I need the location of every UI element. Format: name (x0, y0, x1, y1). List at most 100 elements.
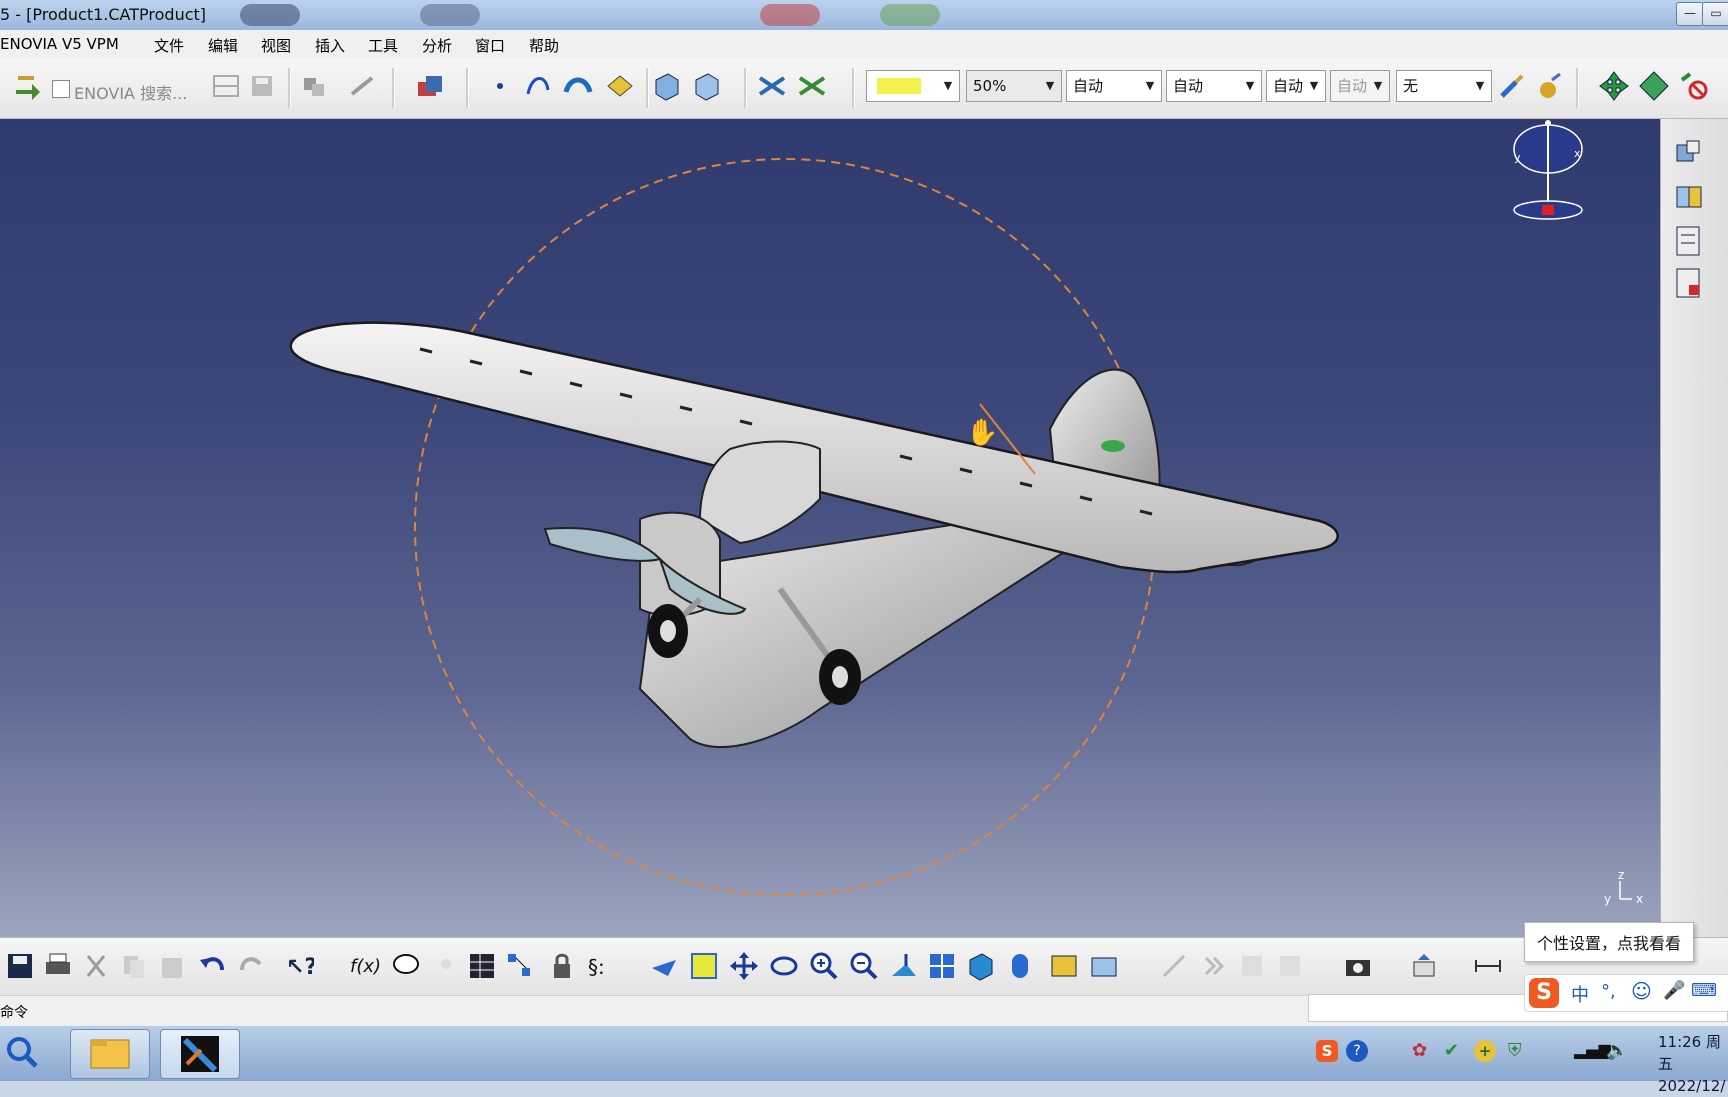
svg-text:f(x): f(x) (350, 956, 380, 977)
rotate-icon[interactable] (768, 950, 800, 982)
help-tray-icon[interactable]: ? (1346, 1040, 1368, 1062)
menu-analyze[interactable]: 分析 (422, 35, 452, 56)
shading-icon[interactable] (1004, 950, 1036, 982)
plus-tray-icon[interactable]: + (1474, 1040, 1496, 1062)
multi-view-icon[interactable] (926, 950, 958, 982)
cut-icon[interactable] (80, 950, 112, 982)
comment-icon[interactable] (390, 950, 422, 982)
keyboard-icon[interactable]: ⌨ (1691, 980, 1717, 1001)
sogou-tray-icon[interactable]: S (1316, 1040, 1338, 1062)
menu-help[interactable]: 帮助 (529, 35, 559, 56)
enovia-grid-icon[interactable] (210, 70, 242, 102)
component-icon[interactable] (298, 70, 330, 102)
green-part (1101, 440, 1125, 452)
print-icon[interactable] (42, 950, 74, 982)
menu-edit[interactable]: 编辑 (208, 35, 238, 56)
zoom-in-icon[interactable] (808, 950, 840, 982)
save-icon[interactable] (4, 950, 36, 982)
apply-material-icon[interactable] (1534, 70, 1566, 102)
ime-toolbar[interactable]: S 中 °, ☺ 🎤 ⌨ (1524, 974, 1728, 1012)
punctuation-icon[interactable]: °, (1601, 981, 1616, 1002)
measure-icon[interactable] (1472, 950, 1504, 982)
copy-icon[interactable] (118, 950, 150, 982)
move-compass-icon[interactable] (1598, 70, 1630, 102)
graph-icon[interactable] (504, 950, 536, 982)
svg-text:x: x (1636, 892, 1643, 906)
paste-icon[interactable] (156, 950, 188, 982)
box-2-icon[interactable] (690, 70, 722, 102)
table-icon[interactable] (466, 950, 498, 982)
iso-view-icon[interactable] (964, 950, 996, 982)
lock-icon[interactable] (546, 950, 578, 982)
ime-mode[interactable]: 中 (1571, 981, 1589, 1007)
hide-show-icon[interactable] (1048, 950, 1080, 982)
shield-tray-icon[interactable]: ⛨ (1508, 1040, 1522, 1061)
taskbar-catia-button[interactable] (160, 1029, 240, 1079)
save-doc-icon[interactable] (246, 70, 278, 102)
menu-view[interactable]: 视图 (261, 35, 291, 56)
menu-tools[interactable]: 工具 (368, 35, 398, 56)
section-2-icon[interactable] (796, 70, 828, 102)
paintbrush-icon[interactable] (1496, 70, 1528, 102)
system-clock[interactable]: 11:26 周五 2022/12/ (1658, 1031, 1728, 1097)
taskbar: S ? ✿ ✔ + ⛨ ▂▄▆ 🔈 (0, 1025, 1728, 1081)
curve-icon[interactable] (522, 70, 554, 102)
microphone-icon[interactable]: 🎤 (1663, 980, 1685, 1001)
fly-mode-icon[interactable] (648, 950, 680, 982)
restore-button[interactable]: ▭ (1702, 2, 1728, 26)
whats-this-icon[interactable]: ↖? (282, 950, 317, 982)
line-type-combo[interactable]: 自动 ▼ (1166, 70, 1262, 102)
check-icon[interactable]: §: (584, 950, 616, 982)
enovia-arrow-icon[interactable] (12, 70, 44, 102)
capture-icon[interactable] (1408, 950, 1440, 982)
menu-enovia[interactable]: ENOVIA V5 VPM (0, 35, 119, 53)
menu-bar: ENOVIA V5 VPM 文件 编辑 视图 插入 工具 分析 窗口 帮助 (0, 30, 1728, 59)
camera-icon[interactable] (1342, 950, 1374, 982)
transparency-value: 50% (973, 77, 1007, 95)
layer-combo[interactable]: 无 ▼ (1396, 70, 1492, 102)
emoji-icon[interactable]: ☺ (1631, 979, 1652, 1003)
assembly-constraint-icon[interactable] (1671, 135, 1707, 171)
color-combo[interactable]: ▼ (866, 70, 960, 102)
tree-2-icon[interactable] (1671, 265, 1707, 301)
swap-space-icon[interactable] (1088, 950, 1120, 982)
enovia-search-checkbox[interactable] (52, 80, 70, 98)
point-icon[interactable] (484, 70, 516, 102)
security-tray-icon[interactable]: ✔ (1444, 1040, 1459, 1061)
compass-icon[interactable]: z y x (1513, 119, 1583, 220)
tree-icon[interactable] (1671, 223, 1707, 259)
menu-file[interactable]: 文件 (154, 35, 184, 56)
light-icon[interactable] (430, 950, 462, 982)
formula-icon[interactable]: f(x) (348, 950, 381, 982)
line-thickness-combo[interactable]: 自动 ▼ (1066, 70, 1162, 102)
point-type-combo[interactable]: 自动 ▼ (1266, 70, 1326, 102)
3d-viewport[interactable]: ✋ z y x y z x (0, 119, 1660, 937)
volume-tray-icon[interactable]: 🔈 (1606, 1040, 1628, 1061)
airplane-model[interactable]: ✋ z y x y z x (0, 119, 1660, 937)
redo-icon[interactable] (236, 950, 268, 982)
arc-icon[interactable] (562, 70, 594, 102)
normal-view-icon[interactable] (888, 950, 920, 982)
app-tray-icon[interactable]: ✿ (1412, 1040, 1427, 1061)
svg-text:z: z (1542, 119, 1548, 121)
pan-icon[interactable] (728, 950, 760, 982)
taskbar-explorer-button[interactable] (70, 1029, 150, 1079)
zoom-out-icon[interactable] (848, 950, 880, 982)
replace-icon[interactable] (346, 70, 378, 102)
menu-insert[interactable]: 插入 (315, 35, 345, 56)
personalize-tooltip: 个性设置，点我看看 (1524, 922, 1695, 962)
fit-all-icon[interactable] (688, 950, 720, 982)
plane-icon[interactable] (604, 70, 636, 102)
snap-icon[interactable] (1638, 70, 1670, 102)
section-icon[interactable] (756, 70, 788, 102)
catalog-icon[interactable] (414, 70, 446, 102)
explode-icon[interactable] (1678, 70, 1710, 102)
start-search-icon[interactable] (4, 1034, 40, 1070)
menu-window[interactable]: 窗口 (475, 35, 505, 56)
insert-component-icon[interactable] (1671, 179, 1707, 215)
minimize-button[interactable]: — (1676, 2, 1704, 26)
undo-icon[interactable] (196, 950, 228, 982)
transparency-combo[interactable]: 50% ▼ (966, 70, 1062, 102)
disabled-tool-4-icon (1274, 950, 1306, 982)
box-icon[interactable] (650, 70, 682, 102)
